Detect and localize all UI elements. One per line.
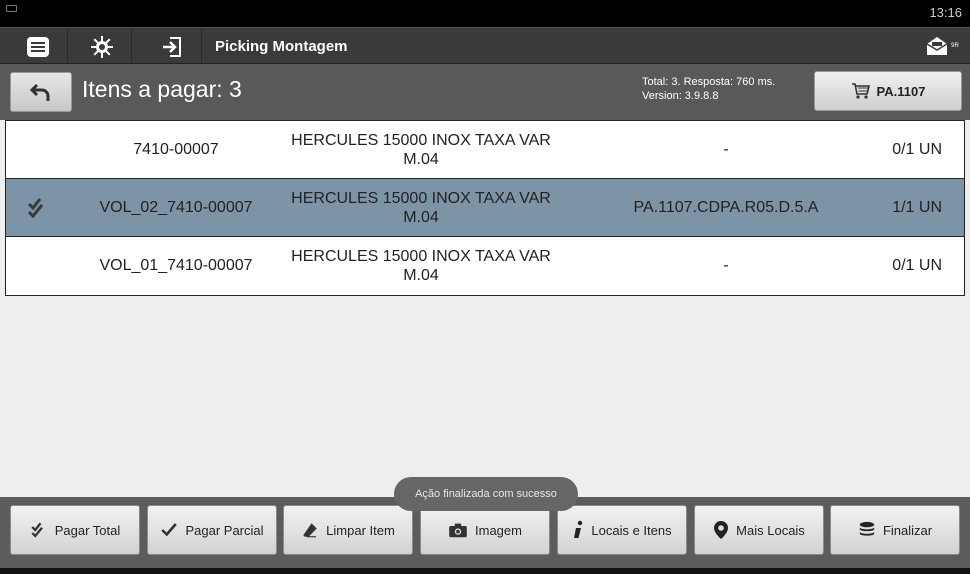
item-description-line: HERCULES 15000 INOX TAXA VAR: [291, 190, 551, 207]
location-cart-label: PA.1107: [876, 83, 926, 99]
login-icon[interactable]: [142, 28, 202, 65]
pagar-total-button[interactable]: Pagar Total: [10, 505, 140, 555]
response-info: Total: 3. Resposta: 760 ms. Version: 3.9…: [642, 75, 775, 103]
items-table: 7410-00007 HERCULES 15000 INOX TAXA VAR …: [5, 120, 965, 296]
limpar-item-button[interactable]: Limpar Item: [283, 505, 413, 555]
item-quantity: 1/1 UN: [892, 199, 942, 216]
finalizar-button[interactable]: Finalizar: [830, 505, 960, 555]
map-marker-icon: [714, 521, 729, 539]
item-location: PA.1107.CDPA.R05.D.5.A: [633, 199, 819, 216]
info-icon: [574, 520, 583, 538]
status-bar: 13:16: [0, 0, 970, 27]
menu-icon[interactable]: [8, 28, 68, 65]
table-row[interactable]: 7410-00007 HERCULES 15000 INOX TAXA VAR …: [6, 121, 964, 179]
check-icon: [161, 523, 178, 537]
item-description: HERCULES 15000 INOX TAXA VAR M.04: [276, 131, 566, 169]
pagar-parcial-label: Pagar Parcial: [185, 522, 264, 538]
imagem-label: Imagem: [475, 522, 522, 538]
back-arrow-icon: [30, 83, 50, 101]
mail-icon: [926, 37, 948, 55]
item-description-line: HERCULES 15000 INOX TAXA VAR: [291, 132, 551, 149]
item-quantity: 0/1 UN: [892, 141, 942, 158]
double-check-icon: [27, 198, 44, 219]
location-cart-button[interactable]: PA.1107: [814, 71, 962, 111]
item-code: 7410-00007: [133, 141, 219, 158]
response-info-line: Total: 3. Resposta: 760 ms.: [642, 76, 776, 88]
action-bar: Picking Montagem 9R: [0, 27, 970, 65]
version-info-line: Version: 3.9.8.8: [642, 90, 719, 102]
item-location: -: [723, 141, 729, 158]
pagar-parcial-button[interactable]: Pagar Parcial: [147, 505, 277, 555]
mais-locais-button[interactable]: Mais Locais: [694, 505, 824, 555]
table-row[interactable]: VOL_02_7410-00007 HERCULES 15000 INOX TA…: [6, 179, 964, 237]
item-description-line: HERCULES 15000 INOX TAXA VAR: [291, 248, 551, 265]
status-time: 13:16: [929, 5, 962, 20]
screen-title: Picking Montagem: [215, 38, 348, 55]
mail-badge: 9R: [951, 43, 959, 49]
settings-gear-icon[interactable]: [72, 28, 132, 65]
app-screen: 13:16 Picking Montagem 9R Itens a pagar:…: [0, 0, 970, 574]
eraser-icon: [303, 523, 317, 538]
item-description: HERCULES 15000 INOX TAXA VAR M.04: [276, 189, 566, 227]
toast-message: Ação finalizada com sucesso: [394, 477, 578, 511]
item-quantity: 0/1 UN: [892, 257, 942, 274]
item-description: HERCULES 15000 INOX TAXA VAR M.04: [276, 247, 566, 285]
pagar-total-label: Pagar Total: [54, 522, 121, 538]
navigation-bar: [0, 568, 970, 574]
cart-icon: [851, 83, 870, 99]
item-code: VOL_01_7410-00007: [99, 257, 253, 274]
locais-itens-button[interactable]: Locais e Itens: [557, 505, 687, 555]
imagem-button[interactable]: Imagem: [420, 505, 550, 555]
back-button[interactable]: [10, 72, 72, 112]
item-description-line: M.04: [403, 209, 439, 226]
table-row[interactable]: VOL_01_7410-00007 HERCULES 15000 INOX TA…: [6, 237, 964, 295]
database-icon: [859, 521, 875, 536]
items-to-pay-title: Itens a pagar: 3: [82, 76, 242, 102]
item-description-line: M.04: [403, 267, 439, 284]
item-description-line: M.04: [403, 151, 439, 168]
double-check-icon: [31, 522, 43, 538]
mais-locais-label: Mais Locais: [736, 522, 805, 538]
limpar-item-label: Limpar Item: [326, 522, 395, 538]
item-location: -: [723, 257, 729, 274]
items-header: Itens a pagar: 3 Total: 3. Resposta: 760…: [0, 64, 970, 120]
mail-button[interactable]: 9R: [922, 33, 962, 59]
locais-itens-label: Locais e Itens: [591, 522, 672, 538]
item-code: VOL_02_7410-00007: [99, 199, 253, 216]
finalizar-label: Finalizar: [882, 522, 933, 538]
camera-icon: [449, 523, 467, 538]
keyboard-icon: [6, 5, 17, 12]
